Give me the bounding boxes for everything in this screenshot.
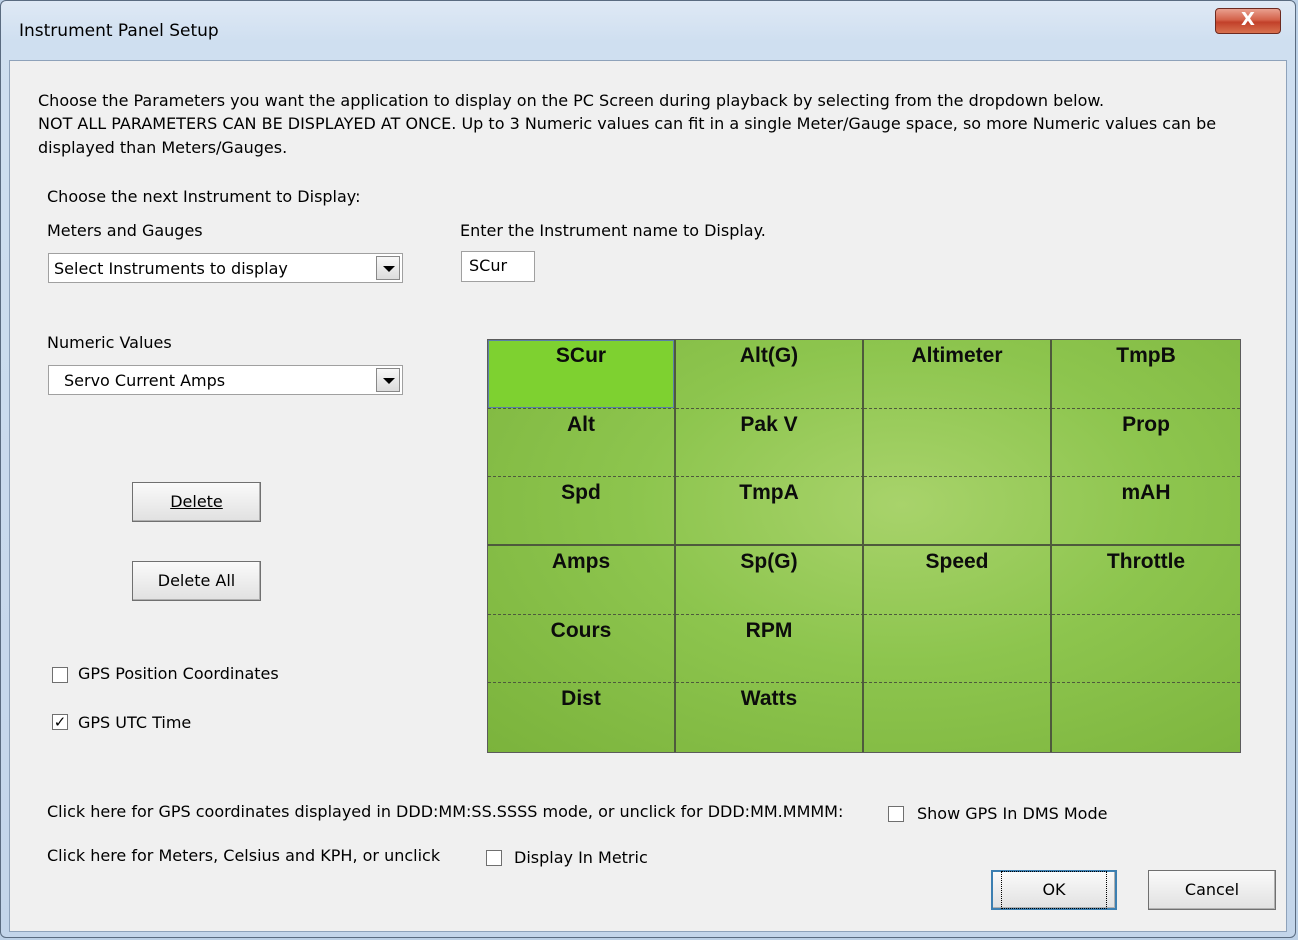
instrument-slot[interactable]: Altimeter	[864, 340, 1052, 409]
dialog-window: Instrument Panel Setup X Choose the Para…	[0, 0, 1296, 938]
instrument-slot[interactable]: Alt	[488, 408, 676, 478]
metric-text: Click here for Meters, Celsius and KPH, …	[47, 846, 441, 865]
ok-button-label: OK	[1001, 871, 1107, 909]
instrument-slot[interactable]: SCur	[488, 340, 676, 409]
intro-text: Choose the Parameters you want the appli…	[38, 88, 1258, 160]
numeric-values-label: Numeric Values	[47, 333, 172, 352]
instrument-slot[interactable]: Speed	[864, 545, 1052, 615]
instrument-slot[interactable]: Sp(G)	[676, 545, 864, 615]
instrument-slot[interactable]	[864, 614, 1052, 684]
show-gps-dms-checkbox[interactable]	[888, 806, 904, 822]
instrument-slot[interactable]: mAH	[1052, 477, 1240, 546]
display-metric-checkbox[interactable]	[486, 850, 502, 866]
chevron-down-icon[interactable]	[376, 368, 400, 392]
instrument-slot[interactable]: Amps	[488, 545, 676, 615]
instrument-slot[interactable]	[864, 408, 1052, 478]
gps-utc-checkbox[interactable]: ✓	[52, 714, 68, 730]
window-title: Instrument Panel Setup	[19, 21, 219, 41]
chevron-down-icon[interactable]	[376, 256, 400, 280]
instrument-name-input[interactable]: SCur	[461, 251, 535, 282]
instrument-slot[interactable]: Dist	[488, 683, 676, 752]
gps-position-label[interactable]: GPS Position Coordinates	[78, 664, 279, 683]
instrument-slot[interactable]: Cours	[488, 614, 676, 684]
instrument-slot[interactable]	[1052, 683, 1240, 752]
instrument-slot[interactable]: Pak V	[676, 408, 864, 478]
title-bar[interactable]: Instrument Panel Setup X	[1, 1, 1295, 61]
numeric-values-dropdown[interactable]: Servo Current Amps	[48, 365, 403, 395]
intro-line-1: Choose the Parameters you want the appli…	[38, 91, 1105, 110]
instrument-name-label: Enter the Instrument name to Display.	[460, 221, 766, 240]
numeric-values-value: Servo Current Amps	[64, 371, 226, 390]
instrument-slot[interactable]: Spd	[488, 477, 676, 546]
delete-button-label: Delete	[170, 492, 223, 511]
instrument-slot[interactable]: Prop	[1052, 409, 1240, 478]
delete-all-button-label: Delete All	[157, 571, 236, 590]
instrument-slot[interactable]: TmpA	[676, 477, 864, 546]
show-gps-dms-label[interactable]: Show GPS In DMS Mode	[917, 804, 1107, 823]
instrument-slot[interactable]: Throttle	[1052, 546, 1240, 615]
instrument-slot[interactable]: TmpB	[1052, 340, 1240, 409]
delete-button[interactable]: Delete	[132, 482, 261, 522]
meters-gauges-value: Select Instruments to display	[54, 259, 288, 278]
intro-line-2: NOT ALL PARAMETERS CAN BE DISPLAYED AT O…	[38, 114, 1217, 157]
instrument-slot[interactable]	[1052, 615, 1240, 684]
meters-gauges-label: Meters and Gauges	[47, 221, 203, 240]
instrument-slot[interactable]: Alt(G)	[676, 340, 864, 409]
delete-all-button[interactable]: Delete All	[132, 561, 261, 601]
close-button[interactable]: X	[1215, 8, 1281, 34]
instrument-slot[interactable]	[864, 477, 1052, 546]
gps-utc-label[interactable]: GPS UTC Time	[78, 713, 191, 732]
instrument-grid: SCur Alt(G) Altimeter TmpB Alt Pak V Prop Spd Tm…	[487, 339, 1241, 753]
ok-button[interactable]: OK	[991, 870, 1117, 910]
dms-mode-text: Click here for GPS coordinates displayed…	[47, 802, 844, 821]
instrument-slot[interactable]	[864, 683, 1052, 752]
display-metric-label[interactable]: Display In Metric	[514, 848, 648, 867]
gps-position-checkbox[interactable]	[52, 667, 68, 683]
choose-instrument-label: Choose the next Instrument to Display:	[47, 187, 361, 206]
close-icon: X	[1241, 9, 1255, 30]
cancel-button-label: Cancel	[1184, 880, 1240, 899]
cancel-button[interactable]: Cancel	[1148, 870, 1276, 910]
meters-gauges-dropdown[interactable]: Select Instruments to display	[48, 253, 403, 283]
instrument-slot[interactable]: RPM	[676, 614, 864, 684]
checkmark-icon: ✓	[53, 713, 67, 731]
dialog-body: Choose the Parameters you want the appli…	[9, 60, 1287, 932]
instrument-slot[interactable]: Watts	[676, 683, 864, 752]
